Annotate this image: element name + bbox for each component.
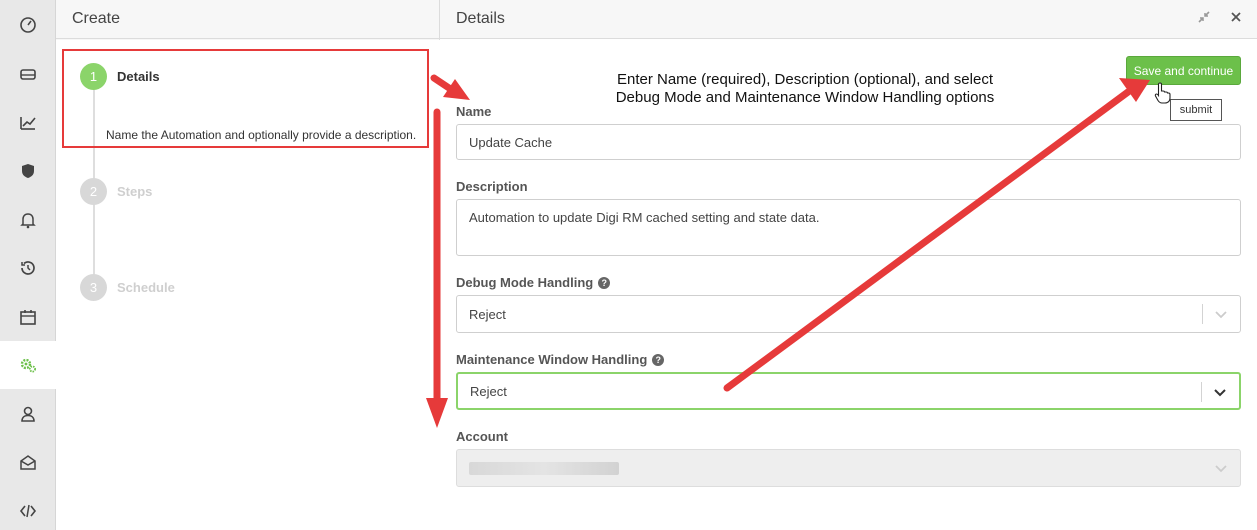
debug-mode-select[interactable]: Reject	[456, 295, 1241, 333]
step-number: 3	[80, 274, 107, 301]
help-icon[interactable]: ?	[598, 276, 611, 289]
details-panel: Details Enter Name (required), Descripti…	[440, 0, 1257, 530]
debug-mode-label: Debug Mode Handling ?	[456, 275, 611, 290]
step-number: 2	[80, 178, 107, 205]
name-label: Name	[456, 104, 492, 119]
maintenance-window-label-text: Maintenance Window Handling	[456, 352, 648, 367]
annotation-highlight-box	[62, 49, 429, 148]
step-steps[interactable]: 2 Steps	[80, 178, 152, 205]
instruction-annotation: Enter Name (required), Description (opti…	[560, 71, 1050, 107]
user-icon[interactable]	[0, 390, 56, 438]
redacted-account-value	[469, 461, 619, 475]
chevron-down-icon[interactable]	[1213, 385, 1227, 402]
account-label: Account	[456, 429, 508, 444]
description-label: Description	[456, 179, 528, 194]
chevron-down-icon[interactable]	[1214, 307, 1228, 324]
dashboard-icon[interactable]	[0, 0, 56, 48]
icon-rail	[0, 0, 56, 530]
save-and-continue-button[interactable]: Save and continue	[1126, 56, 1241, 85]
chevron-down-icon[interactable]	[1214, 461, 1228, 478]
security-shield-icon[interactable]	[0, 147, 56, 195]
debug-mode-label-text: Debug Mode Handling	[456, 275, 594, 290]
account-select[interactable]	[456, 449, 1241, 487]
select-separator	[1201, 382, 1202, 402]
description-textarea[interactable]: Automation to update Digi RM cached sett…	[456, 199, 1241, 256]
annotation-line-2: Debug Mode and Maintenance Window Handli…	[615, 89, 995, 106]
step-title: Schedule	[117, 280, 175, 295]
analytics-icon[interactable]	[0, 99, 56, 147]
devices-icon[interactable]	[0, 50, 56, 98]
code-icon[interactable]	[0, 487, 56, 530]
automations-gears-icon[interactable]	[0, 341, 56, 389]
history-icon[interactable]	[0, 244, 56, 292]
step-title: Steps	[117, 184, 153, 199]
step-schedule[interactable]: 3 Schedule	[80, 274, 175, 301]
collapse-icon[interactable]	[1197, 10, 1211, 29]
hand-cursor-icon	[1154, 82, 1172, 109]
details-panel-title: Details	[440, 0, 1257, 39]
alerts-bell-icon[interactable]	[0, 196, 56, 244]
maintenance-window-value: Reject	[470, 383, 507, 399]
help-icon[interactable]: ?	[652, 353, 665, 366]
calendar-icon[interactable]	[0, 293, 56, 341]
maintenance-window-label: Maintenance Window Handling ?	[456, 352, 665, 367]
select-separator	[1202, 304, 1203, 324]
inbox-icon[interactable]	[0, 439, 56, 487]
create-panel-title: Create	[56, 0, 439, 39]
name-input[interactable]: Update Cache	[456, 124, 1241, 160]
close-icon[interactable]	[1229, 10, 1243, 29]
submit-tooltip: submit	[1170, 99, 1222, 121]
debug-mode-value: Reject	[469, 306, 506, 322]
maintenance-window-select[interactable]: Reject	[456, 372, 1241, 410]
annotation-line-1: Enter Name (required), Description (opti…	[616, 71, 993, 88]
